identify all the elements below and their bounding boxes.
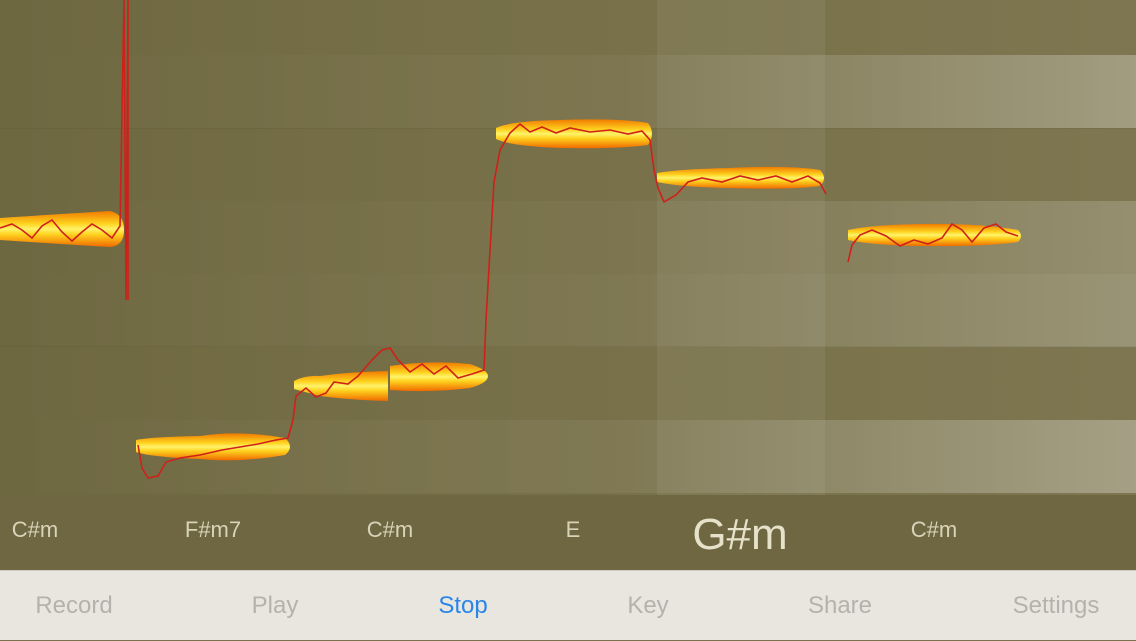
chord-label: C#m [366,517,414,542]
sung-note [657,166,824,189]
stop-button[interactable]: Stop [425,571,501,640]
sung-note [0,211,124,247]
sung-note [294,371,388,401]
settings-button[interactable]: Settings [995,571,1117,640]
bottom-toolbar: Record Play Stop Key Share Settings [0,570,1136,640]
record-button[interactable]: Record [20,571,128,640]
chord-label: F#m7 [184,517,242,542]
chord-bar: C#m F#m7 C#m E G#m C#m [0,495,1136,570]
key-button[interactable]: Key [615,571,681,640]
play-button[interactable]: Play [235,571,315,640]
sung-note [136,433,290,461]
share-button[interactable]: Share [795,571,885,640]
chord-label: E [565,517,581,542]
pitch-trace [0,0,129,301]
pitch-graph [0,0,1021,479]
chord-label: C#m [11,517,59,542]
chord-label-current: G#m [692,510,788,559]
sung-note [848,223,1021,247]
chord-label: C#m [910,517,958,542]
